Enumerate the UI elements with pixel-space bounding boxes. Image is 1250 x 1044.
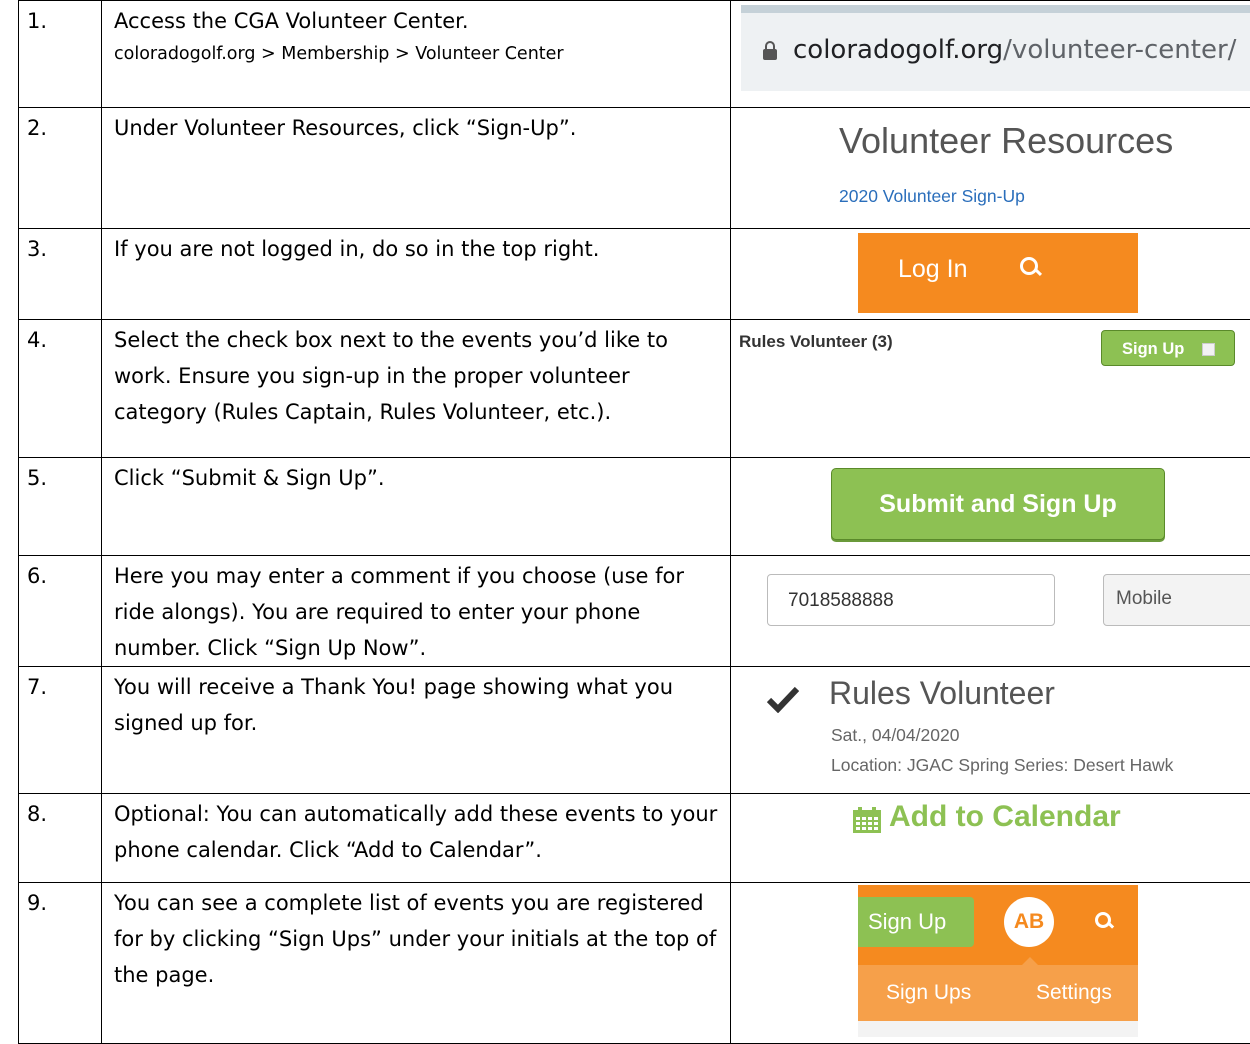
checkmark-icon (767, 685, 799, 713)
confirmation-title: Rules Volunteer (829, 675, 1055, 712)
step-description: Under Volunteer Resources, click “Sign-U… (102, 108, 731, 229)
event-location: Location: JGAC Spring Series: Desert Haw… (831, 755, 1173, 776)
step-row-5: 5. Click “Submit & Sign Up”. Submit and … (19, 458, 1250, 556)
step-number: 8. (19, 794, 102, 883)
step-description: Access the CGA Volunteer Center. colorad… (102, 1, 731, 108)
step-screenshot: 7018588888 Mobile (731, 556, 1250, 667)
dropdown-caret-icon (1022, 957, 1038, 965)
nav-bottom-strip (858, 1021, 1138, 1037)
add-to-calendar-label: Add to Calendar (889, 800, 1121, 834)
step-description: You will receive a Thank You! page showi… (102, 667, 731, 794)
checkbox-icon[interactable] (1202, 343, 1215, 356)
settings-menu-item[interactable]: Settings (1036, 981, 1112, 1005)
step-screenshot: Add to Calendar (731, 794, 1250, 883)
step-number: 9. (19, 883, 102, 1044)
search-icon[interactable] (1095, 912, 1111, 928)
step-number: 4. (19, 320, 102, 458)
search-icon[interactable] (1020, 257, 1038, 275)
login-bar: Log In (858, 233, 1138, 313)
category-label: Rules Volunteer (3) (739, 332, 893, 352)
nav-signup-button[interactable]: Sign Up (858, 897, 974, 947)
step-row-8: 8. Optional: You can automatically add t… (19, 794, 1250, 883)
step-screenshot: Log In (731, 229, 1250, 320)
step-number: 6. (19, 556, 102, 667)
step-screenshot: coloradogolf.org/volunteer-center/ (731, 1, 1250, 108)
signup-button-label: Sign Up (1122, 340, 1184, 358)
step-number: 3. (19, 229, 102, 320)
address-bar-top-border (741, 5, 1250, 13)
phone-type-select[interactable]: Mobile (1103, 574, 1250, 626)
step-row-1: 1. Access the CGA Volunteer Center. colo… (19, 1, 1250, 108)
step-description: You can see a complete list of events yo… (102, 883, 731, 1044)
calendar-icon (853, 807, 881, 833)
step-number: 2. (19, 108, 102, 229)
step-row-3: 3. If you are not logged in, do so in th… (19, 229, 1250, 320)
step-description: Here you may enter a comment if you choo… (102, 556, 731, 667)
signup-checkbox-button[interactable]: Sign Up (1101, 330, 1235, 366)
step-description: Select the check box next to the events … (102, 320, 731, 458)
step-screenshot: Rules Volunteer Sat., 04/04/2020 Locatio… (731, 667, 1250, 794)
step-row-2: 2. Under Volunteer Resources, click “Sig… (19, 108, 1250, 229)
submit-signup-button[interactable]: Submit and Sign Up (831, 468, 1165, 540)
volunteer-signup-link[interactable]: 2020 Volunteer Sign-Up (839, 186, 1025, 207)
step-screenshot: Submit and Sign Up (731, 458, 1250, 556)
nav-signup-label: Sign Up (868, 909, 946, 934)
step-subtext: coloradogolf.org > Membership > Voluntee… (114, 39, 720, 69)
volunteer-resources-heading: Volunteer Resources (839, 120, 1173, 162)
url-domain: coloradogolf.org (793, 35, 1003, 65)
step-description: Optional: You can automatically add thes… (102, 794, 731, 883)
login-link[interactable]: Log In (898, 255, 968, 284)
step-number: 1. (19, 1, 102, 108)
address-url[interactable]: coloradogolf.org/volunteer-center/ (793, 35, 1236, 65)
lock-icon (763, 49, 777, 60)
step-row-4: 4. Select the check box next to the even… (19, 320, 1250, 458)
step-description: Click “Submit & Sign Up”. (102, 458, 731, 556)
browser-address-bar[interactable]: coloradogolf.org/volunteer-center/ (741, 5, 1250, 91)
step-number: 7. (19, 667, 102, 794)
step-screenshot: Sign Up AB Sign Ups Settings (731, 883, 1250, 1044)
instructions-table: 1. Access the CGA Volunteer Center. colo… (18, 0, 1250, 1044)
event-date: Sat., 04/04/2020 (831, 725, 959, 746)
phone-number-field[interactable]: 7018588888 (767, 574, 1055, 626)
step-row-7: 7. You will receive a Thank You! page sh… (19, 667, 1250, 794)
step-number: 5. (19, 458, 102, 556)
step-text: Access the CGA Volunteer Center. (114, 9, 469, 33)
signups-menu-item[interactable]: Sign Ups (886, 981, 971, 1005)
step-row-9: 9. You can see a complete list of events… (19, 883, 1250, 1044)
step-screenshot: Volunteer Resources 2020 Volunteer Sign-… (731, 108, 1250, 229)
step-row-6: 6. Here you may enter a comment if you c… (19, 556, 1250, 667)
avatar[interactable]: AB (1004, 897, 1054, 947)
account-nav: Sign Up AB Sign Ups Settings (858, 885, 1138, 1035)
step-screenshot: Rules Volunteer (3) Sign Up (731, 320, 1250, 458)
url-path: /volunteer-center/ (1003, 35, 1236, 65)
step-description: If you are not logged in, do so in the t… (102, 229, 731, 320)
